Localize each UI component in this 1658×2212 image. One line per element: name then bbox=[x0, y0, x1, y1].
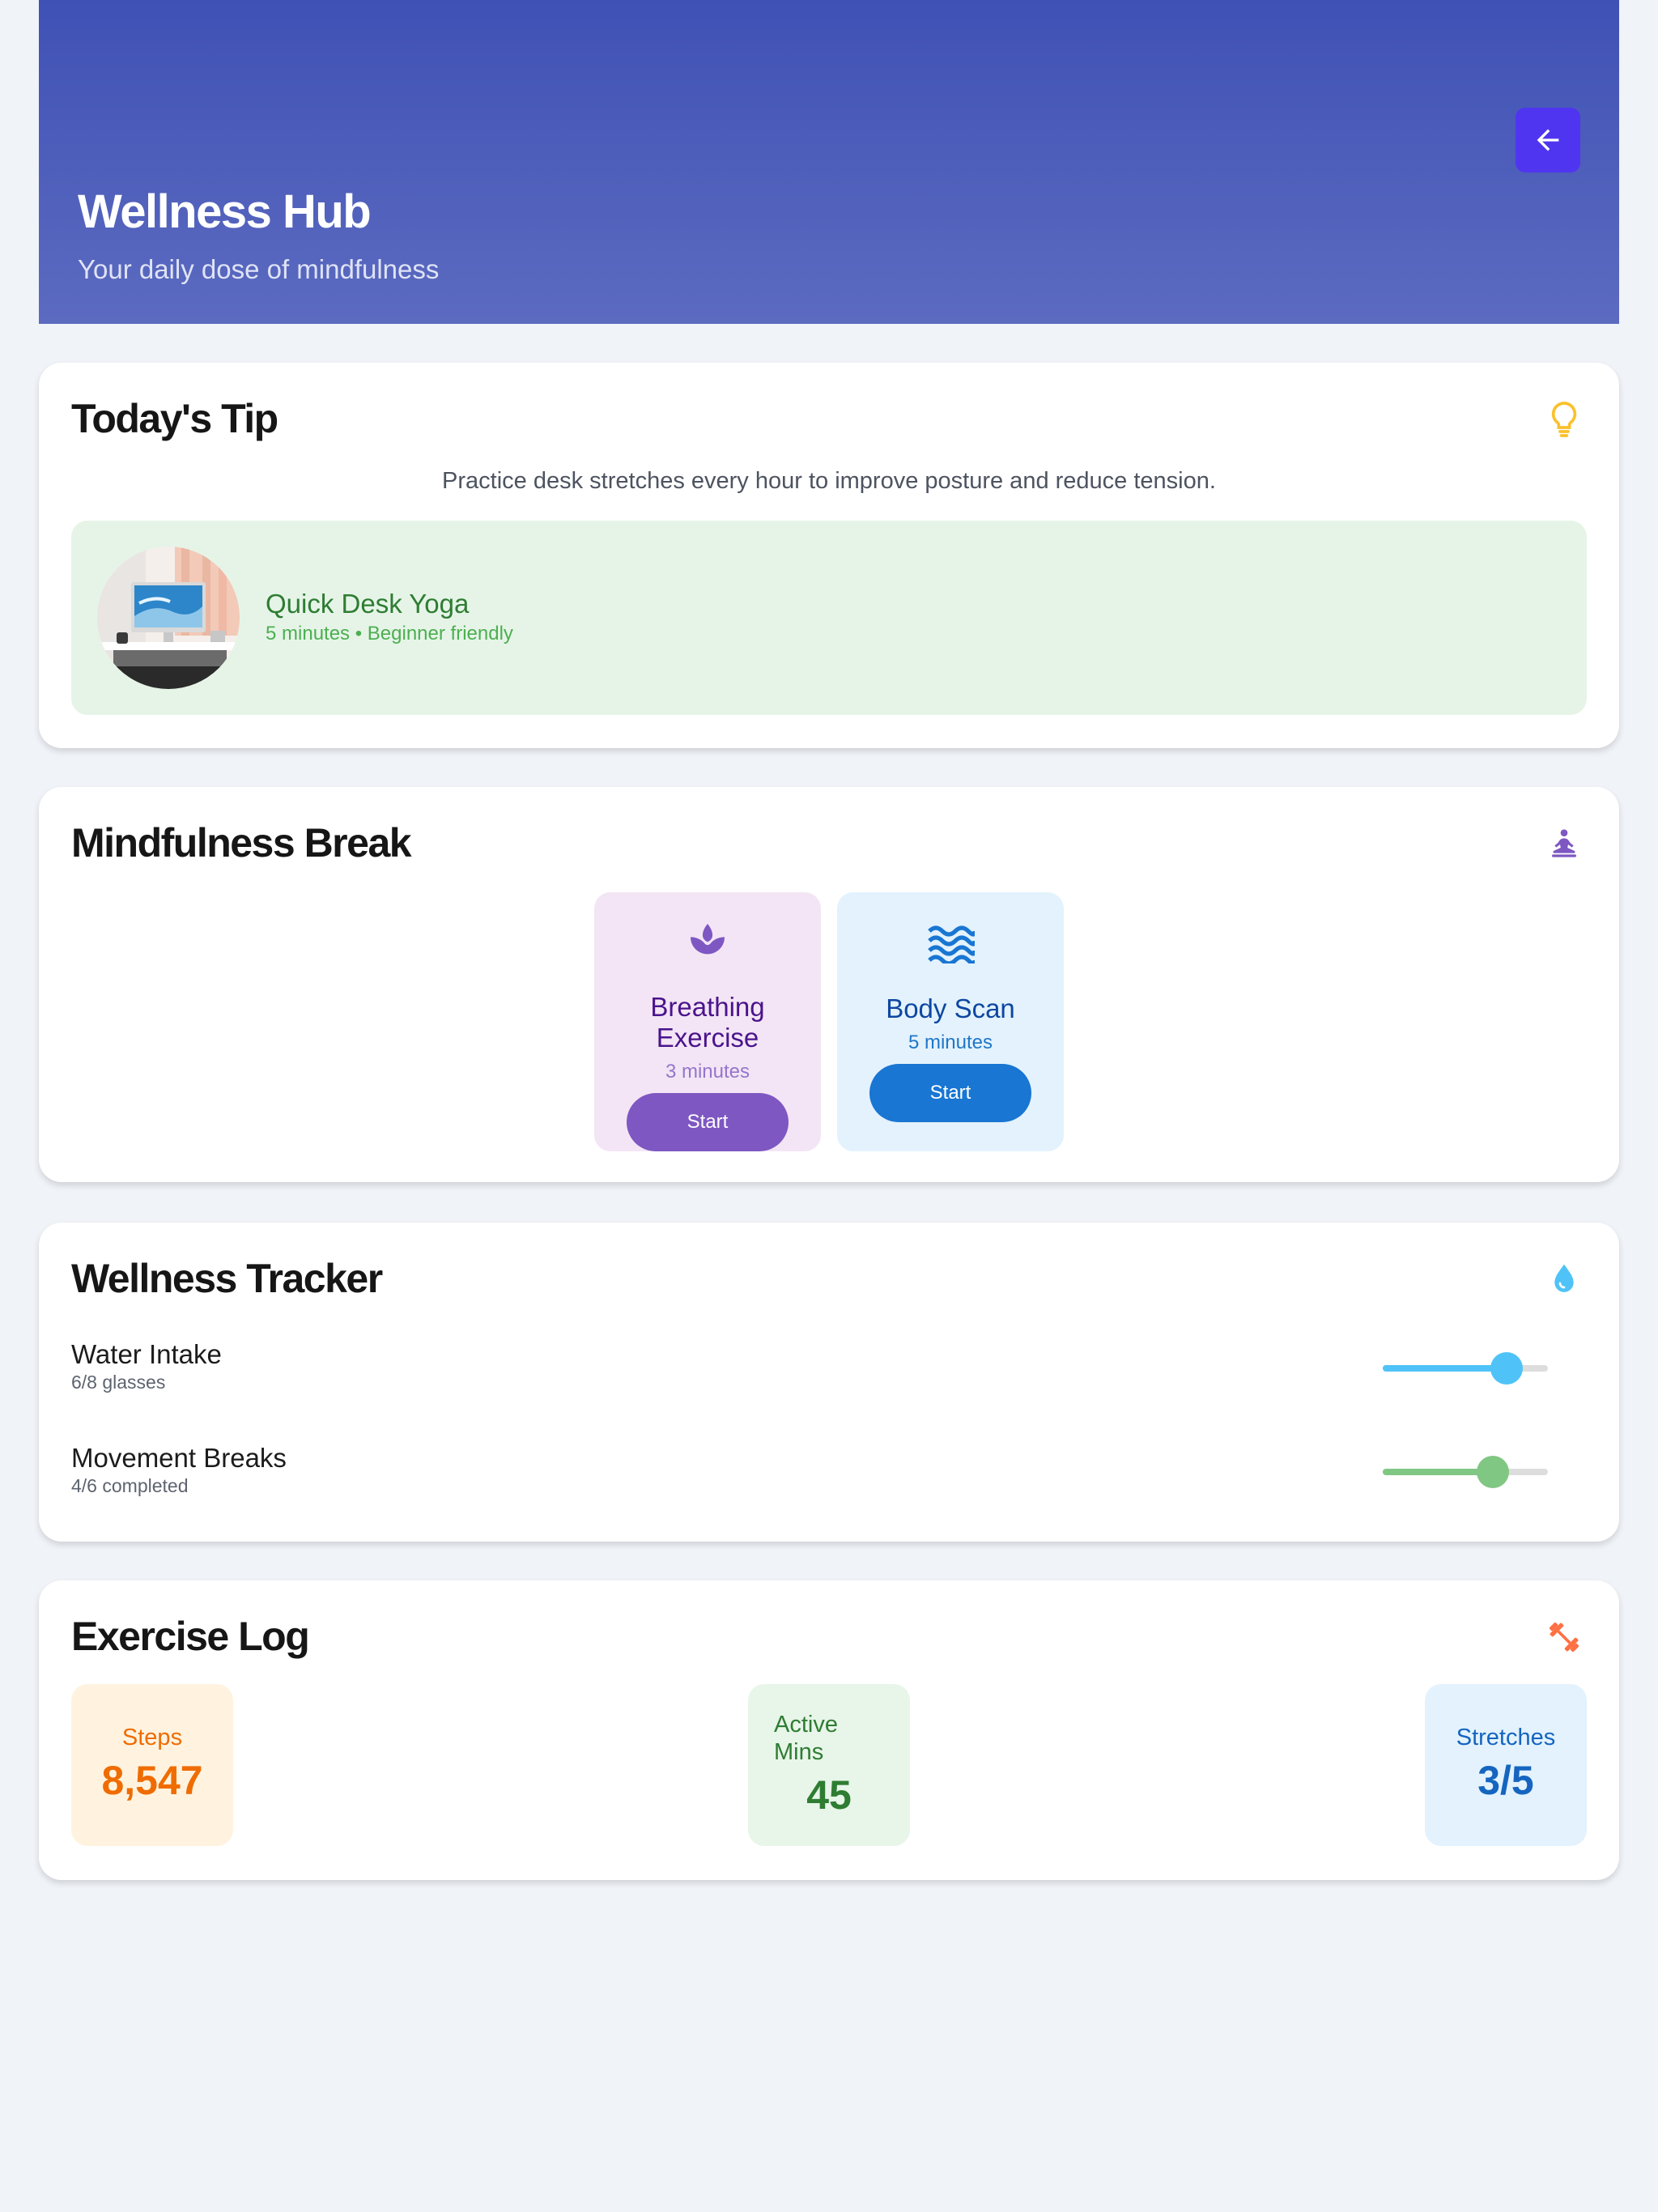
lotus-icon bbox=[691, 924, 725, 955]
water-intake-fill bbox=[1383, 1365, 1507, 1372]
back-button[interactable] bbox=[1516, 108, 1580, 172]
lightbulb-icon bbox=[1545, 400, 1584, 439]
movement-breaks-slider[interactable] bbox=[1383, 1456, 1548, 1488]
movement-breaks-label: Movement Breaks bbox=[71, 1443, 287, 1473]
water-drop-icon bbox=[1545, 1260, 1584, 1299]
stretches-label: Stretches bbox=[1456, 1725, 1556, 1750]
activity-title: Quick Desk Yoga bbox=[266, 589, 470, 619]
mindfulness-card-title: Mindfulness Break bbox=[71, 820, 412, 866]
active-mins-label-2: Mins bbox=[774, 1739, 824, 1765]
meditation-icon bbox=[1545, 824, 1584, 863]
active-mins-value: 45 bbox=[806, 1772, 852, 1818]
breathing-exercise-label-2: Exercise bbox=[656, 1023, 759, 1053]
app-header: Wellness Hub Your daily dose of mindfuln… bbox=[39, 0, 1619, 324]
active-mins-label-1: Active bbox=[774, 1712, 838, 1738]
water-intake-slider[interactable] bbox=[1383, 1352, 1548, 1385]
breathing-exercise-duration: 3 minutes bbox=[665, 1061, 750, 1083]
tracker-card-title: Wellness Tracker bbox=[71, 1256, 383, 1301]
water-intake-thumb[interactable] bbox=[1490, 1352, 1523, 1385]
page-subtitle: Your daily dose of mindfulness bbox=[78, 254, 440, 284]
breathing-start-button[interactable]: Start bbox=[627, 1093, 789, 1151]
body-scan-duration: 5 minutes bbox=[908, 1032, 993, 1053]
body-scan-card[interactable]: Body Scan 5 minutes Start bbox=[837, 892, 1064, 1151]
page-title: Wellness Hub bbox=[78, 185, 372, 238]
steps-stat: Steps 8,547 bbox=[71, 1684, 233, 1846]
steps-value: 8,547 bbox=[101, 1758, 203, 1803]
steps-label: Steps bbox=[121, 1725, 183, 1750]
tip-text: Practice desk stretches every hour to im… bbox=[442, 468, 1216, 494]
wellness-tracker-card: Wellness Tracker Water Intake 6/8 glasse… bbox=[39, 1223, 1619, 1542]
water-intake-detail: 6/8 glasses bbox=[71, 1372, 166, 1393]
activity-meta: 5 minutes • Beginner friendly bbox=[266, 623, 513, 644]
body-scan-label: Body Scan bbox=[886, 993, 1015, 1023]
breathing-exercise-label-1: Breathing bbox=[650, 992, 765, 1022]
active-mins-stat: Active Mins 45 bbox=[748, 1684, 910, 1846]
stretches-stat: Stretches 3/5 bbox=[1425, 1684, 1587, 1846]
desk-yoga-thumbnail bbox=[97, 547, 240, 689]
arrow-left-icon bbox=[1537, 129, 1559, 151]
exercise-log-card: Exercise Log Steps 8,547 Active Mins 45 … bbox=[39, 1580, 1619, 1880]
tip-card-title: Today's Tip bbox=[71, 396, 278, 441]
mindfulness-card: Mindfulness Break Breathing Exercise 3 m… bbox=[39, 787, 1619, 1182]
dumbbell-icon bbox=[1545, 1618, 1584, 1657]
stretches-value: 3/5 bbox=[1477, 1758, 1534, 1803]
quick-desk-yoga-card[interactable]: Quick Desk Yoga 5 minutes • Beginner fri… bbox=[71, 521, 1587, 715]
tip-card: Today's Tip Practice desk stretches ever… bbox=[39, 363, 1619, 748]
movement-breaks-thumb[interactable] bbox=[1477, 1456, 1510, 1488]
body-scan-start-button[interactable]: Start bbox=[869, 1064, 1031, 1122]
breathing-exercise-card[interactable]: Breathing Exercise 3 minutes Start bbox=[594, 892, 821, 1151]
movement-breaks-detail: 4/6 completed bbox=[71, 1475, 189, 1496]
water-intake-label: Water Intake bbox=[71, 1339, 222, 1369]
exercise-card-title: Exercise Log bbox=[71, 1614, 310, 1659]
waves-icon bbox=[928, 925, 975, 963]
